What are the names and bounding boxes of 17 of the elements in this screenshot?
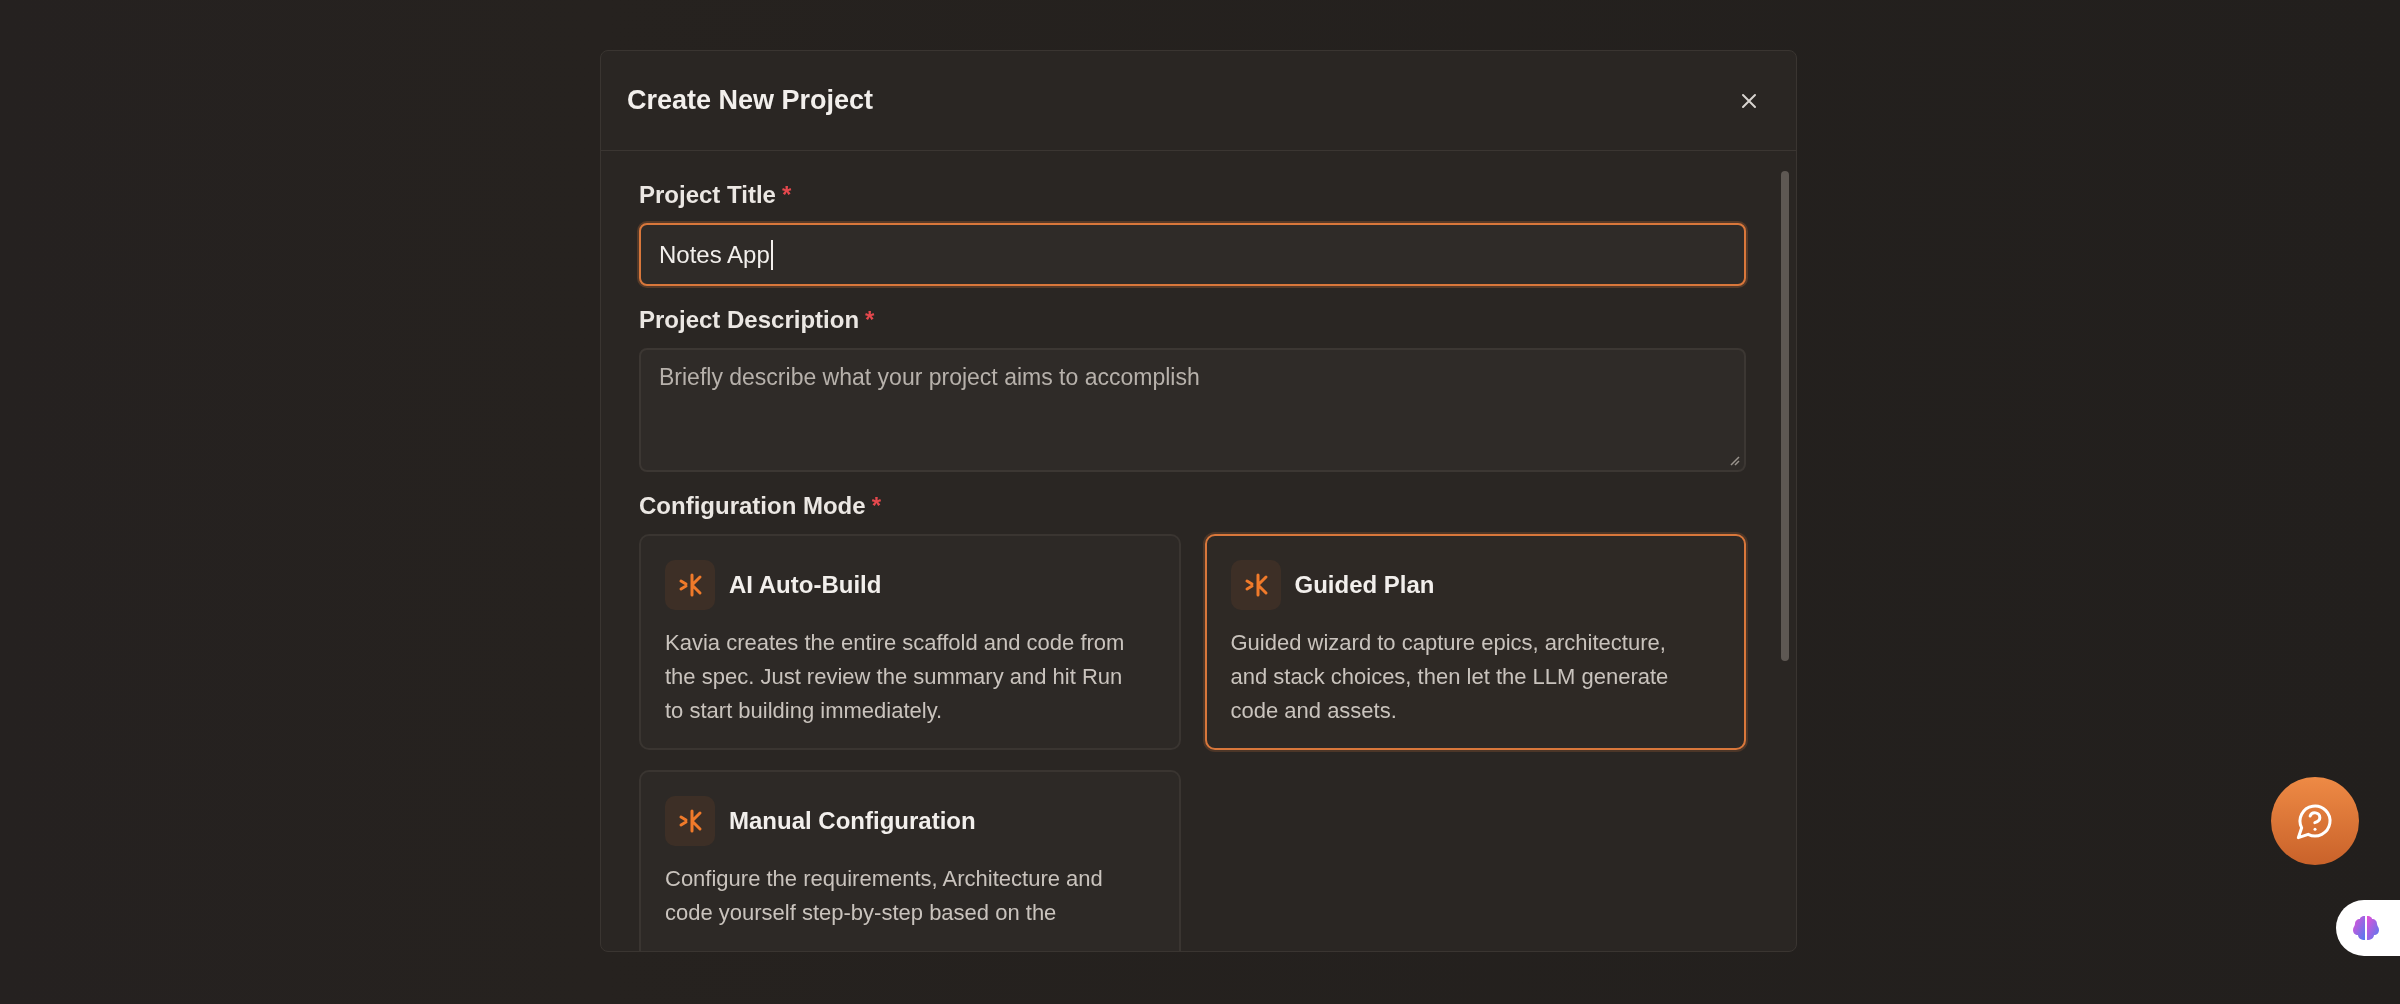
mode-description: Guided wizard to capture epics, architecture, and stack choices, then let the LLM generate code and assets. [1230, 629, 1670, 725]
mode-title: AI Auto-Build [729, 571, 882, 599]
dialog-title: Create New Project [627, 85, 874, 116]
mode-card[interactable]: Manual Configuration Configure the requirements, Architecture and code yourself step-by-step based on the [639, 770, 1181, 951]
mode-card[interactable]: Guided Plan Guided wizard to capture epics, architecture, and stack choices, then let the LLM generate code and assets. [1204, 534, 1746, 750]
field-label: Configuration Mode * [639, 492, 882, 520]
mode-title: Guided Plan [1294, 571, 1435, 599]
mode-title: Manual Configuration [729, 807, 976, 835]
mode-description: Configure the requirements, Architecture and code yourself step-by-step based on the [665, 865, 1104, 927]
description-field[interactable]: Briefly describe what your project aims to accomplish [639, 348, 1746, 472]
title-field[interactable]: Notes App [639, 223, 1746, 286]
mode-card[interactable]: AI Auto-Build Kavia creates the entire scaffold and code from the spec. Just review the summary and hit Run to start building immediately. [639, 534, 1181, 750]
field-label: Project Description * [639, 306, 876, 334]
brain-assistant-button[interactable] [2336, 900, 2400, 956]
field-label: Project Title * [639, 181, 793, 209]
mode-description: Kavia creates the entire scaffold and code from the spec. Just review the summary and hit Run to start building immediately. [665, 629, 1126, 725]
resize-handle-icon[interactable] [1728, 454, 1740, 466]
